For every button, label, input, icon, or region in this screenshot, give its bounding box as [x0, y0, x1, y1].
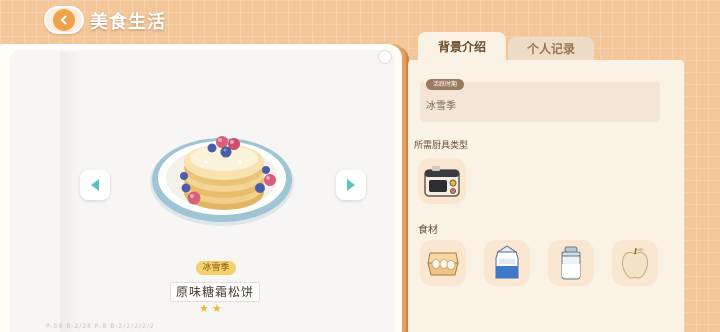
back-arrow-icon [53, 9, 75, 31]
apple-icon [621, 247, 649, 279]
page-title: 美食生活 [90, 12, 166, 33]
previous-page-button[interactable] [80, 170, 110, 200]
egg-carton-icon [427, 252, 459, 276]
season-tag: 冰雪季 [196, 261, 236, 275]
active-period-label: 活跃时期 [426, 79, 464, 90]
star-rating: ★★ [199, 302, 225, 315]
ingredient-section-label: 食材 [418, 225, 438, 236]
pancake-dish-image [150, 136, 294, 226]
back-button[interactable] [44, 6, 84, 34]
ingredient-slot-1[interactable] [420, 240, 466, 286]
right-arrow-icon [347, 179, 355, 191]
ingredient-slot-2[interactable] [484, 240, 530, 286]
sugar-jar-icon [561, 246, 581, 280]
page-footer-text: P-59 B-2/28 P-8 B-2/2/2/2/2 [46, 323, 155, 330]
milk-carton-icon [495, 245, 519, 279]
active-period-value: 冰雪季 [426, 101, 456, 112]
ingredient-slot-3[interactable] [548, 240, 594, 286]
next-page-button[interactable] [336, 170, 366, 200]
book-spine [60, 52, 80, 332]
tab-personal-record[interactable]: 个人记录 [508, 37, 594, 62]
page-corner [378, 50, 392, 64]
tab-background-intro[interactable]: 背景介绍 [418, 32, 506, 62]
tool-section-label: 所需厨具类型 [414, 141, 469, 151]
tool-slot[interactable] [418, 158, 466, 204]
ingredient-slot-4[interactable] [612, 240, 658, 286]
food-name: 原味糖霜松饼 [170, 282, 260, 302]
left-arrow-icon [91, 179, 99, 191]
stove-icon [424, 166, 460, 197]
